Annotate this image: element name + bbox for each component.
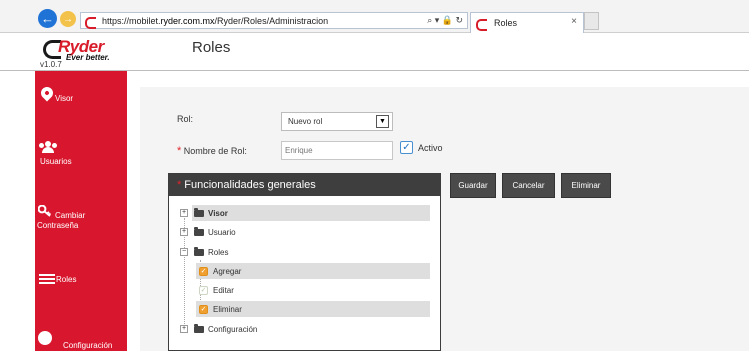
address-bar[interactable]: https://mobilet.ryder.com.mx/Ryder/Roles… bbox=[80, 12, 468, 29]
rol-select[interactable]: Nuevo rol ▼ bbox=[281, 112, 393, 131]
tree-node-roles[interactable]: Roles bbox=[192, 244, 392, 260]
page-title: Roles bbox=[192, 39, 231, 56]
nombre-rol-label: * Nombre de Rol: bbox=[177, 145, 247, 157]
expand-toggle[interactable]: + bbox=[180, 325, 188, 333]
cancelar-button[interactable]: Cancelar bbox=[502, 173, 555, 198]
panel-title: Funcionalidades generales bbox=[184, 179, 316, 191]
tree-node-usuario[interactable]: Usuario bbox=[192, 224, 392, 240]
rol-select-value: Nuevo rol bbox=[288, 117, 323, 126]
tree-node-visor[interactable]: Visor bbox=[192, 205, 430, 221]
folder-open-icon bbox=[194, 246, 204, 256]
required-asterisk: * bbox=[177, 145, 182, 157]
list-icon bbox=[39, 274, 55, 285]
address-bar-actions[interactable]: ⌕ ▾ 🔒 ↻ bbox=[427, 15, 463, 26]
sidebar-item-label: Roles bbox=[56, 275, 77, 284]
sidebar-item-label: Cambiar bbox=[55, 211, 86, 220]
checkbox-unchecked-icon[interactable]: ✓ bbox=[199, 285, 208, 295]
key-icon bbox=[38, 205, 52, 217]
sidebar-item-cambiar-contrasena[interactable]: Cambiar Contraseña bbox=[35, 203, 127, 243]
sidebar-item-configuracion[interactable]: Configuración bbox=[35, 329, 127, 351]
collapse-toggle[interactable]: − bbox=[180, 248, 188, 256]
sidebar-item-label: Visor bbox=[55, 94, 74, 103]
folder-icon bbox=[194, 226, 204, 236]
panel-header: * Funcionalidades generales bbox=[169, 174, 440, 196]
tree-node-agregar[interactable]: ✓ Agregar bbox=[196, 263, 430, 279]
sidebar-item-label: Configuración bbox=[63, 341, 113, 350]
new-tab-button[interactable] bbox=[584, 12, 599, 30]
folder-icon bbox=[194, 323, 204, 333]
close-tab-icon[interactable]: × bbox=[571, 16, 577, 27]
tree-node-eliminar[interactable]: ✓ Eliminar bbox=[196, 301, 430, 317]
chevron-down-icon[interactable]: ▼ bbox=[376, 115, 389, 128]
tree-node-configuracion[interactable]: Configuración bbox=[192, 321, 392, 337]
back-arrow-icon[interactable]: ← bbox=[38, 9, 57, 28]
activo-label: Activo bbox=[418, 143, 443, 153]
required-asterisk: * bbox=[177, 179, 182, 191]
guardar-button[interactable]: Guardar bbox=[450, 173, 496, 198]
map-pin-icon bbox=[38, 84, 56, 102]
app-header: Ryder Ever better. bbox=[0, 33, 749, 71]
sidebar-item-label-line2: Contraseña bbox=[37, 221, 79, 230]
sidebar-item-usuarios[interactable]: Usuarios bbox=[35, 137, 127, 173]
browser-toolbar: ← → https://mobilet.ryder.com.mx/Ryder/R… bbox=[0, 0, 749, 33]
activo-checkbox[interactable]: ✓ bbox=[400, 141, 413, 154]
expand-toggle[interactable]: + bbox=[180, 228, 188, 236]
site-favicon-icon bbox=[85, 16, 99, 29]
sidebar: Visor Usuarios Cambiar Contraseña Roles … bbox=[35, 71, 127, 351]
checkbox-checked-icon[interactable]: ✓ bbox=[199, 304, 208, 314]
tab-title: Roles bbox=[494, 18, 518, 28]
sidebar-item-visor[interactable]: Visor bbox=[35, 79, 127, 115]
sidebar-item-label: Usuarios bbox=[40, 157, 72, 166]
tree-node-editar[interactable]: ✓ Editar bbox=[196, 282, 396, 298]
checkbox-checked-icon[interactable]: ✓ bbox=[199, 266, 208, 276]
brand-tagline: Ever better. bbox=[66, 53, 110, 62]
tab-favicon-icon bbox=[476, 18, 490, 31]
browser-tab-roles[interactable]: Roles × bbox=[470, 12, 584, 33]
folder-icon bbox=[194, 207, 204, 217]
funcionalidades-panel: * Funcionalidades generales + Visor + Us… bbox=[168, 173, 441, 351]
eliminar-button[interactable]: Eliminar bbox=[561, 173, 611, 198]
rol-label: Rol: bbox=[177, 114, 194, 124]
nombre-rol-input[interactable]: Enrique bbox=[281, 141, 393, 160]
app-version: v1.0.7 bbox=[40, 60, 62, 69]
url-text: https://mobilet.ryder.com.mx/Ryder/Roles… bbox=[102, 15, 329, 26]
forward-arrow-icon[interactable]: → bbox=[60, 11, 76, 27]
expand-toggle[interactable]: + bbox=[180, 209, 188, 217]
users-icon bbox=[39, 141, 57, 153]
sidebar-item-roles[interactable]: Roles bbox=[35, 269, 127, 293]
gear-icon bbox=[38, 331, 52, 345]
